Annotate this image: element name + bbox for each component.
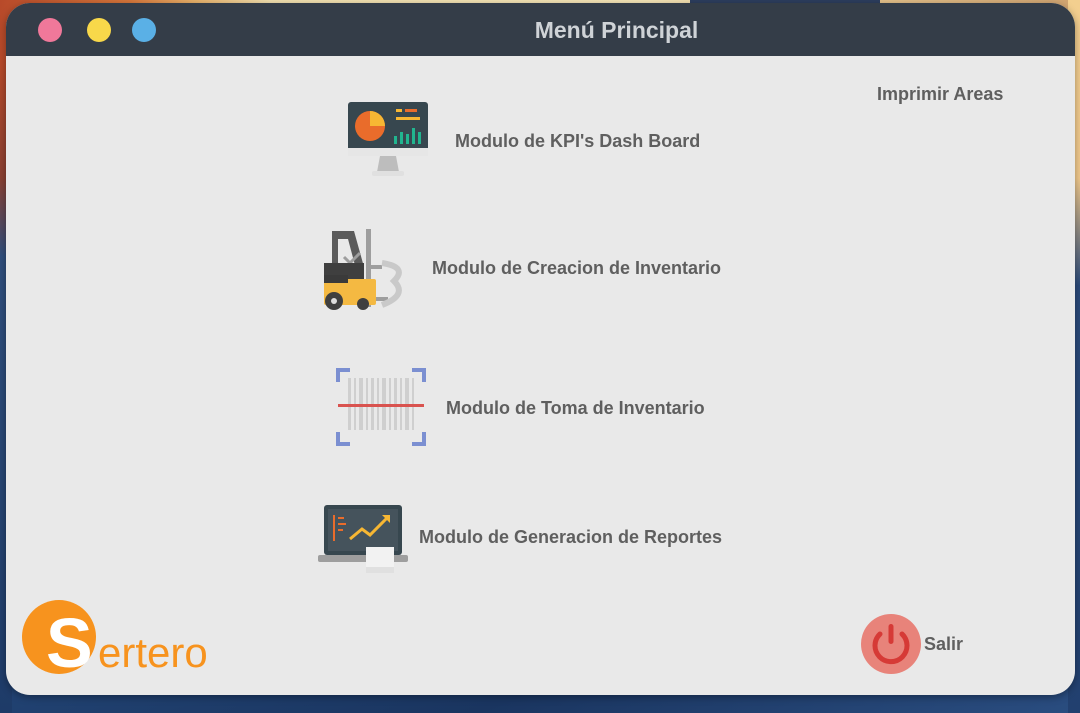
svg-text:ertero: ertero — [98, 629, 208, 676]
kpi-dashboard-module-button[interactable]: Modulo de KPI's Dash Board — [346, 100, 706, 178]
print-areas-button[interactable]: Imprimir Areas — [877, 84, 1003, 105]
svg-text:S: S — [46, 604, 93, 679]
report-generation-module-label: Modulo de Generacion de Reportes — [419, 527, 723, 547]
power-icon — [861, 614, 921, 674]
inventory-taking-module-label: Modulo de Toma de Inventario — [446, 398, 705, 418]
window-title: Menú Principal — [534, 17, 699, 43]
title-bar[interactable]: Menú Principal — [6, 3, 1075, 56]
main-menu-window: Menú Principal Imprimir Areas Modulo de … — [6, 3, 1075, 695]
inventory-taking-module-button[interactable]: Modulo de Toma de Inventario — [336, 368, 726, 448]
dashboard-monitor-icon — [348, 102, 428, 176]
barcode-scanner-icon — [336, 368, 426, 446]
laptop-report-icon — [318, 505, 408, 573]
forklift-icon — [324, 229, 402, 310]
sertero-logo: S ertero — [22, 599, 222, 682]
report-generation-module-button[interactable]: Modulo de Generacion de Reportes — [318, 503, 738, 578]
exit-button[interactable] — [861, 614, 921, 674]
exit-label[interactable]: Salir — [924, 634, 963, 655]
inventory-creation-module-label: Modulo de Creacion de Inventario — [432, 258, 722, 278]
kpi-dashboard-module-label: Modulo de KPI's Dash Board — [455, 131, 701, 151]
inventory-creation-module-button[interactable]: Modulo de Creacion de Inventario — [316, 223, 736, 315]
